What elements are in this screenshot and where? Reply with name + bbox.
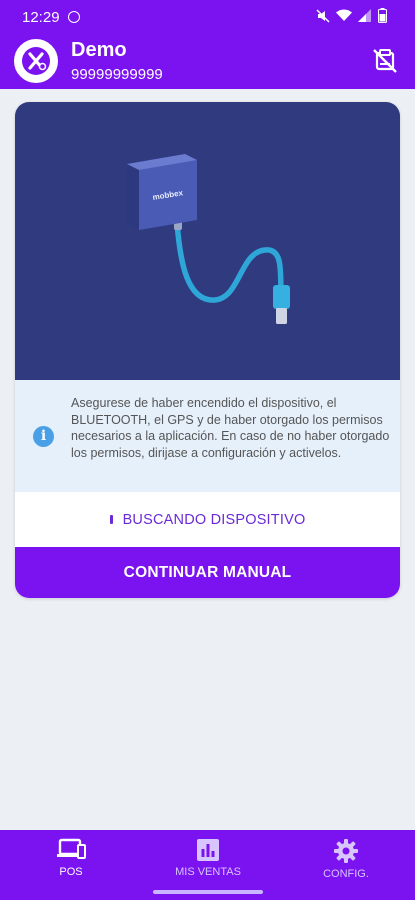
nav-label-mis-ventas: MIS VENTAS <box>175 866 241 878</box>
pos-disconnected-icon <box>373 49 397 73</box>
device-illustration: mobbex <box>15 102 400 380</box>
battery-icon <box>378 8 387 23</box>
status-time: 12:29 <box>22 9 60 26</box>
continue-manual-button[interactable]: CONTINUAR MANUAL <box>15 547 400 598</box>
info-icon: i <box>33 426 54 447</box>
status-bar: 12:29 <box>0 0 415 33</box>
nav-label-config: CONFIG. <box>323 868 369 880</box>
pos-devices-icon <box>57 838 86 859</box>
nav-label-pos: POS <box>59 866 83 878</box>
app-logo <box>14 39 58 83</box>
account-number: 99999999999 <box>71 66 163 83</box>
info-text: Asegurese de haber encendido el disposit… <box>71 396 390 460</box>
nav-item-config[interactable]: CONFIG. <box>277 830 415 888</box>
account-name: Demo <box>71 39 127 61</box>
signal-icon <box>358 9 371 22</box>
connect-device-card: mobbex i Asegurese de haber encendido el… <box>15 102 400 598</box>
nav-item-mis-ventas[interactable]: MIS VENTAS <box>139 830 277 888</box>
mute-icon <box>316 8 330 23</box>
loading-spinner-icon <box>109 515 113 524</box>
info-notice: i Asegurese de haber encendido el dispos… <box>15 380 400 492</box>
status-icons <box>316 8 387 23</box>
searching-device-status: BUSCANDO DISPOSITIVO <box>15 492 400 547</box>
app-bar: Demo 99999999999 <box>0 33 415 89</box>
device-disconnected-button[interactable] <box>371 47 399 75</box>
search-status-label: BUSCANDO DISPOSITIVO <box>122 511 306 528</box>
wifi-icon <box>336 9 352 21</box>
bottom-navigation: POS MIS VENTAS CONFIG. <box>0 830 415 900</box>
nav-item-pos[interactable]: POS <box>2 830 140 888</box>
mobbex-logo-icon <box>22 47 50 75</box>
bar-chart-icon <box>197 839 219 861</box>
alarm-icon <box>68 11 80 23</box>
home-indicator[interactable] <box>153 890 263 894</box>
gear-icon <box>334 839 358 863</box>
continue-manual-label: CONTINUAR MANUAL <box>123 563 292 581</box>
